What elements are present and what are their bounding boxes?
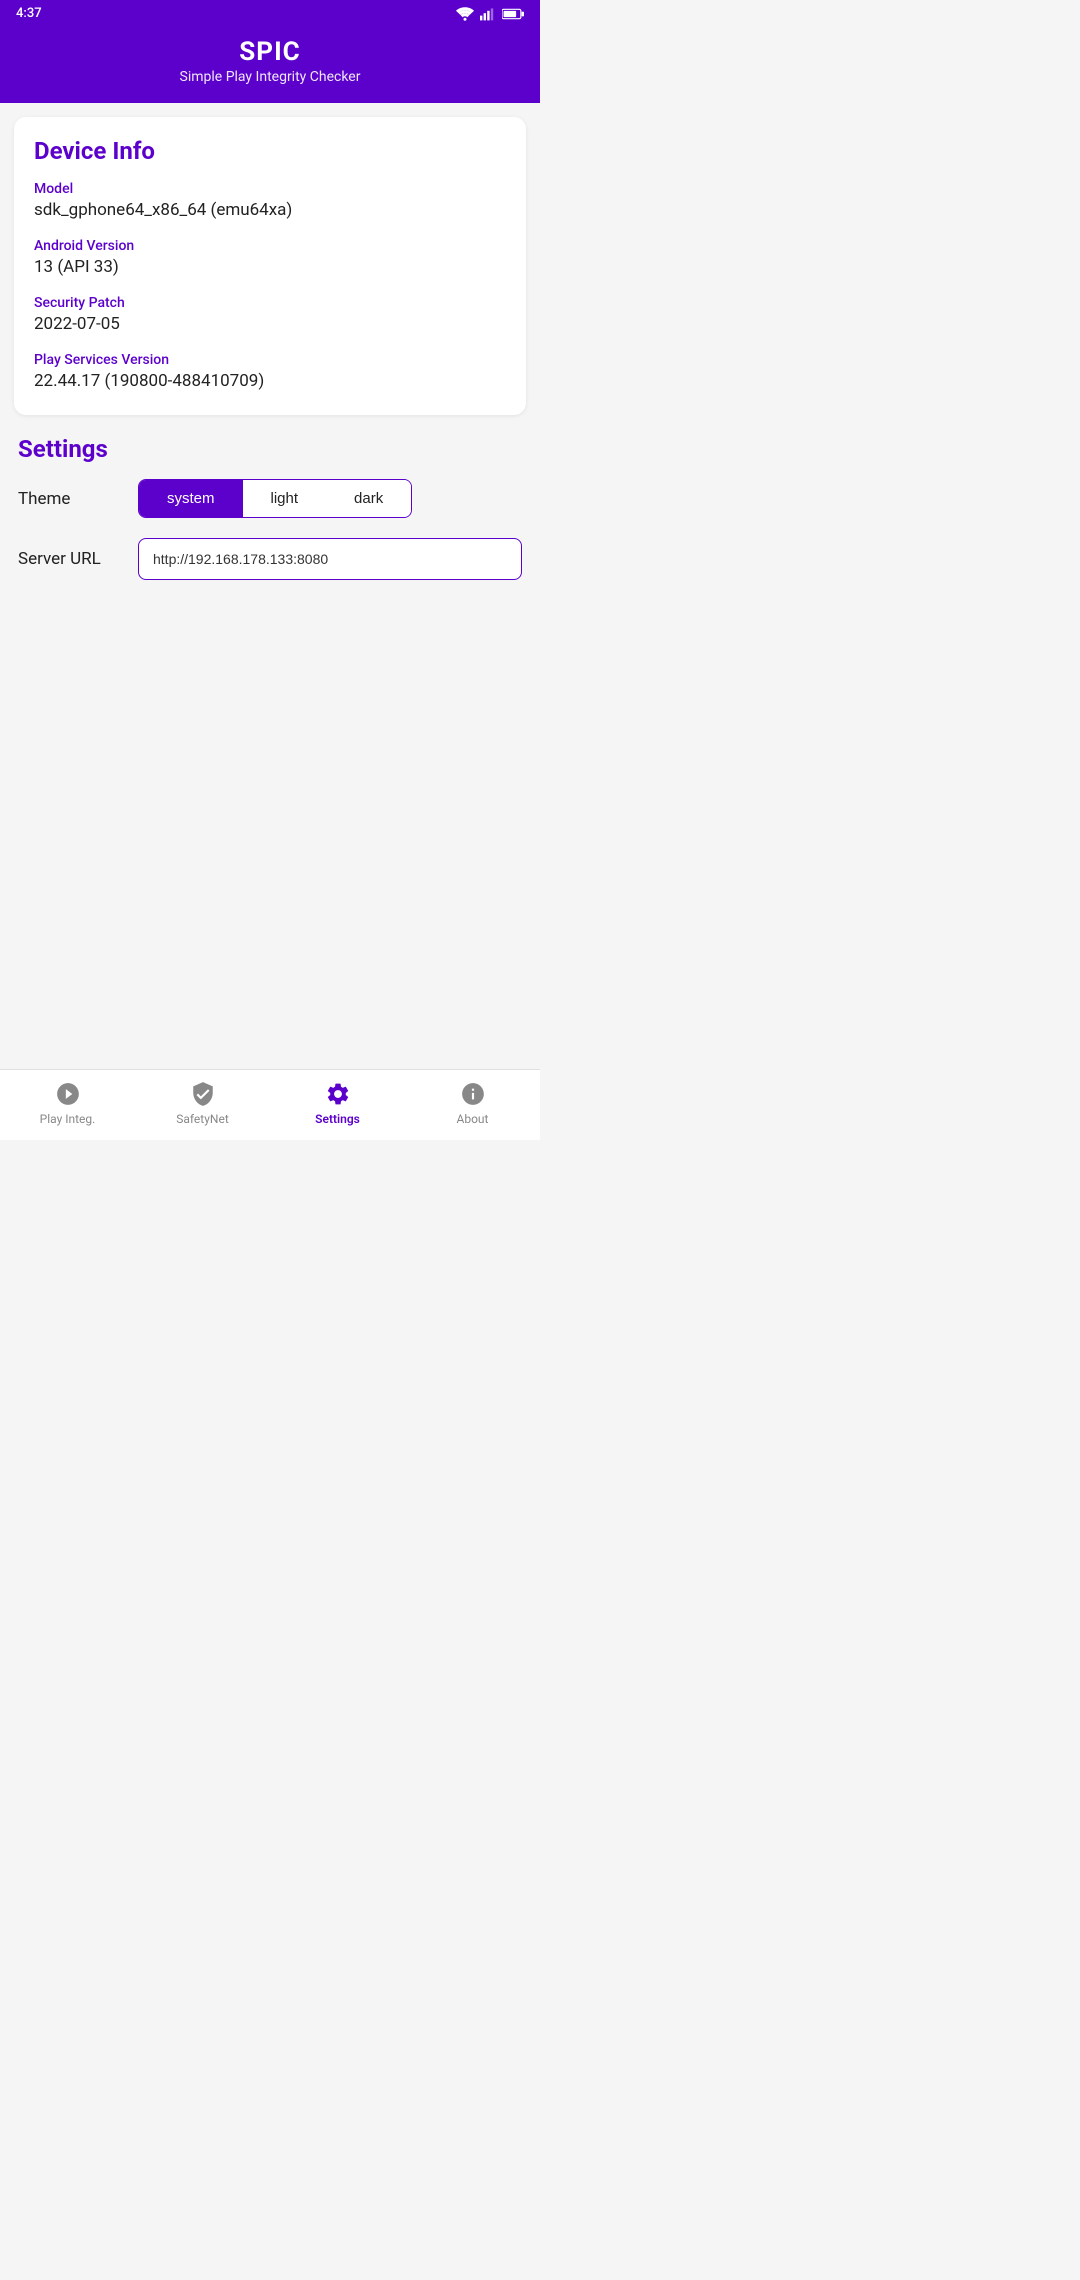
settings-title: Settings (18, 435, 522, 463)
wifi-icon (456, 7, 474, 21)
device-info-title: Device Info (34, 137, 506, 165)
model-label: Model (34, 181, 506, 197)
nav-label-play-integ: Play Integ. (40, 1112, 96, 1126)
settings-icon (324, 1080, 352, 1108)
main-content: Device Info Model sdk_gphone64_x86_64 (e… (0, 103, 540, 1069)
settings-section: Settings Theme system light dark Server … (14, 425, 526, 580)
security-patch-group: Security Patch 2022-07-05 (34, 295, 506, 334)
app-subtitle: Simple Play Integrity Checker (20, 69, 520, 85)
nav-label-safetynet: SafetyNet (176, 1112, 229, 1126)
model-value: sdk_gphone64_x86_64 (emu64xa) (34, 200, 506, 220)
app-title: SPIC (20, 37, 520, 67)
status-bar: 4:37 (0, 0, 540, 27)
nav-item-play-integ[interactable]: Play Integ. (0, 1080, 135, 1126)
signal-icon (480, 7, 496, 21)
android-version-group: Android Version 13 (API 33) (34, 238, 506, 277)
play-services-version-value: 22.44.17 (190800-488410709) (34, 371, 506, 391)
battery-icon (502, 8, 524, 20)
theme-label: Theme (18, 489, 138, 509)
server-url-label: Server URL (18, 549, 138, 569)
nav-item-about[interactable]: About (405, 1080, 540, 1126)
nav-label-about: About (457, 1112, 489, 1126)
play-integ-icon (54, 1080, 82, 1108)
app-header: SPIC Simple Play Integrity Checker (0, 27, 540, 103)
nav-item-settings[interactable]: Settings (270, 1080, 405, 1126)
bottom-nav: Play Integ. SafetyNet Settings About (0, 1069, 540, 1140)
status-time: 4:37 (16, 6, 42, 21)
theme-toggle[interactable]: system light dark (138, 479, 412, 518)
nav-item-safetynet[interactable]: SafetyNet (135, 1080, 270, 1126)
model-group: Model sdk_gphone64_x86_64 (emu64xa) (34, 181, 506, 220)
nav-label-settings: Settings (315, 1112, 360, 1126)
theme-dark-button[interactable]: dark (326, 480, 411, 517)
android-version-value: 13 (API 33) (34, 257, 506, 277)
android-version-label: Android Version (34, 238, 506, 254)
theme-system-button[interactable]: system (139, 480, 243, 517)
play-services-version-group: Play Services Version 22.44.17 (190800-4… (34, 352, 506, 391)
security-patch-label: Security Patch (34, 295, 506, 311)
play-services-version-label: Play Services Version (34, 352, 506, 368)
status-icons (456, 7, 524, 21)
theme-row: Theme system light dark (18, 479, 522, 518)
safetynet-icon (189, 1080, 217, 1108)
about-icon (459, 1080, 487, 1108)
theme-light-button[interactable]: light (243, 480, 327, 517)
server-url-input[interactable] (138, 538, 522, 580)
server-url-row: Server URL (18, 538, 522, 580)
security-patch-value: 2022-07-05 (34, 314, 506, 334)
device-info-card: Device Info Model sdk_gphone64_x86_64 (e… (14, 117, 526, 415)
